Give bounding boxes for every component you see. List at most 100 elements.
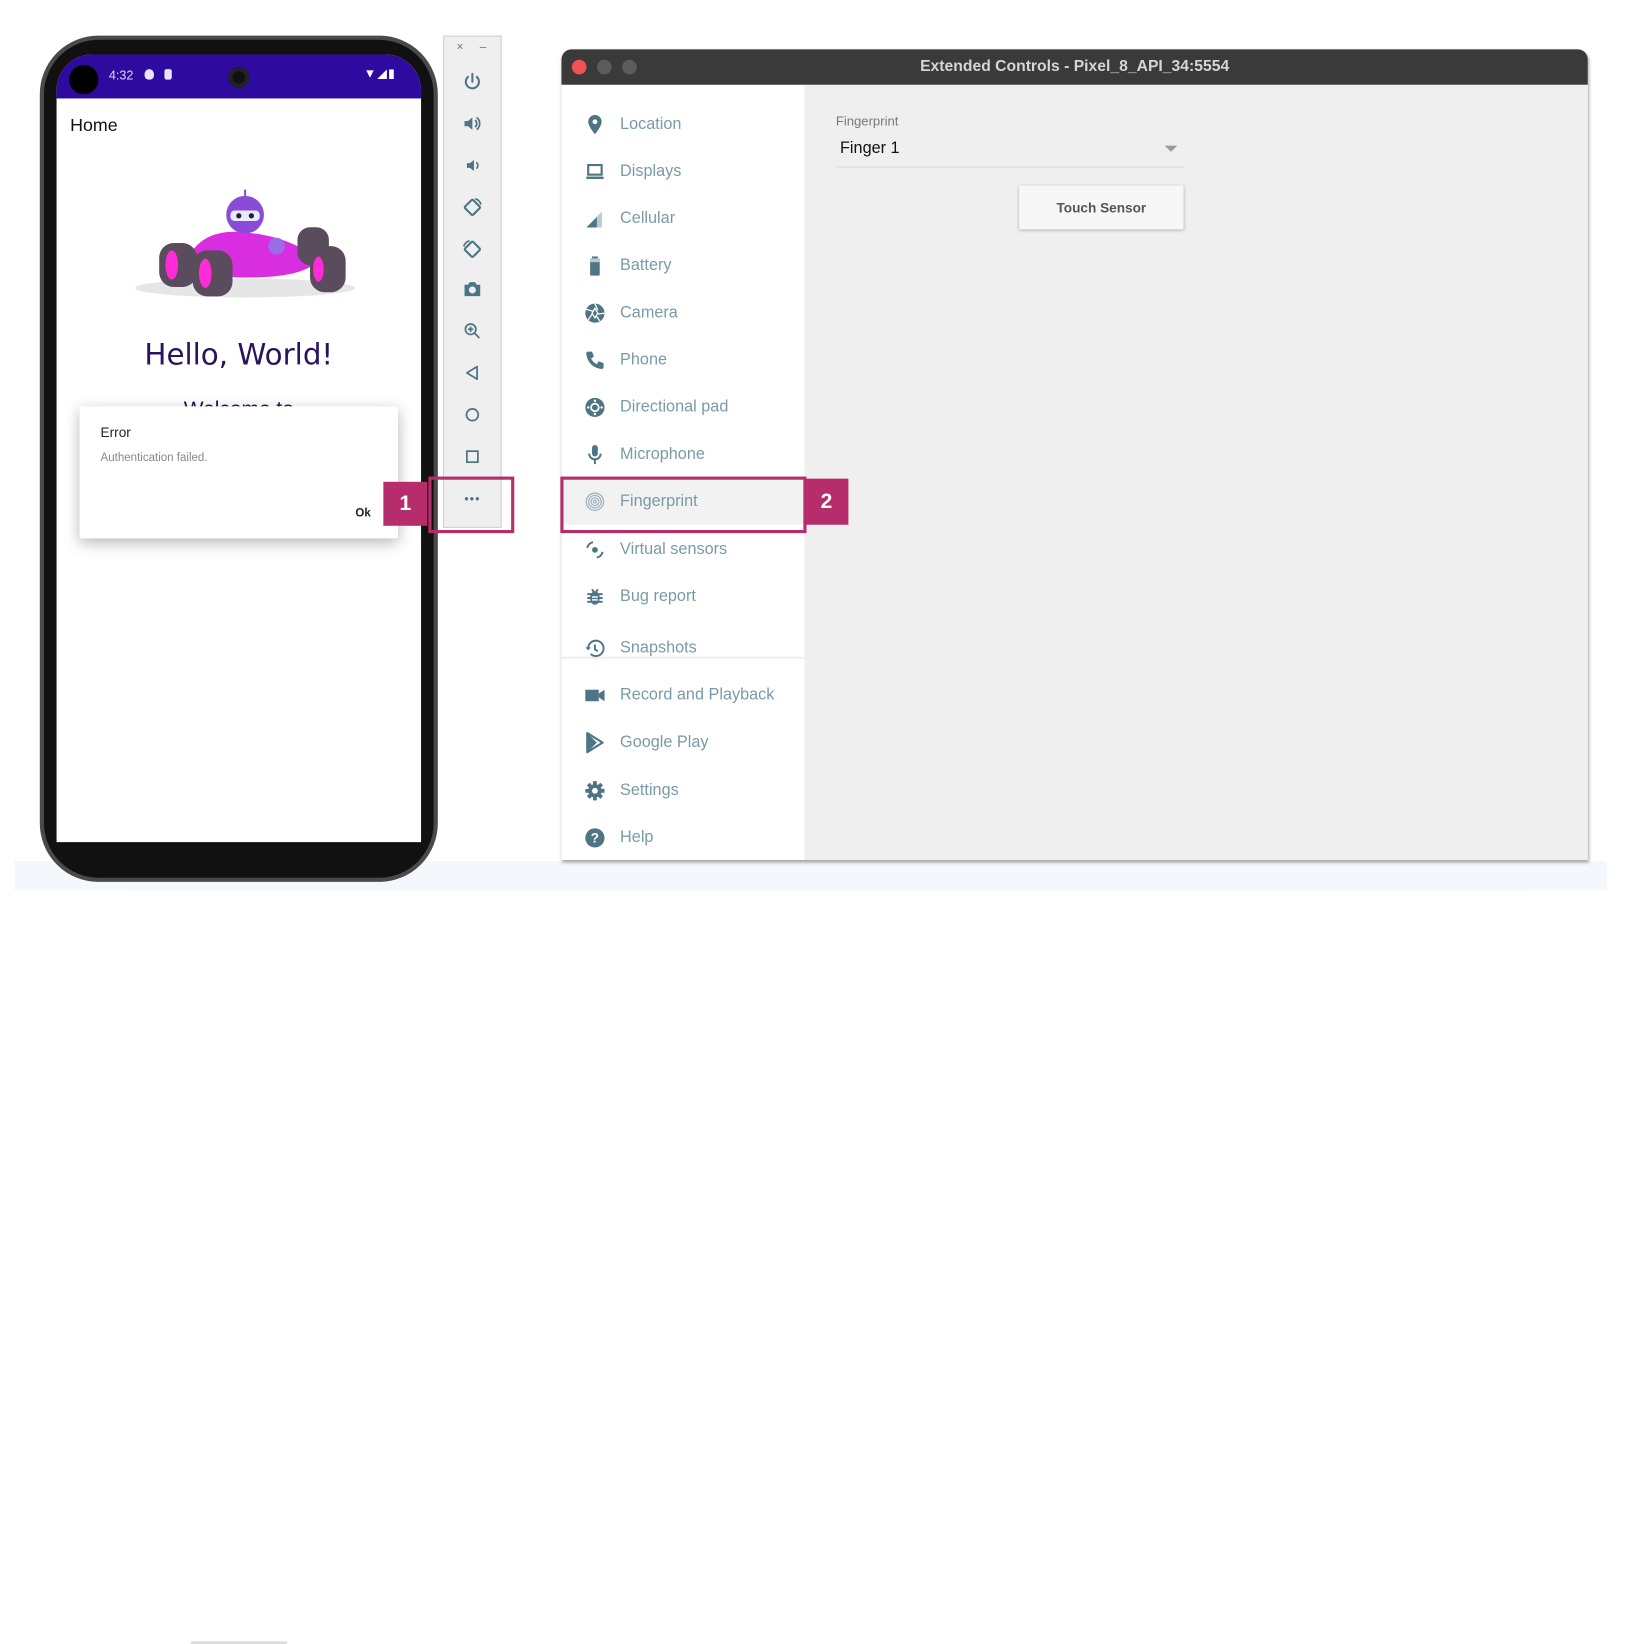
sidebar-item-help[interactable]: ? Help xyxy=(561,815,804,860)
sidebar-item-label: Help xyxy=(620,828,654,847)
sidebar-item-label: Settings xyxy=(620,781,679,800)
error-dialog: Error Authentication failed. Ok xyxy=(79,406,399,539)
sidebar-item-label: Cellular xyxy=(620,209,676,228)
sidebar-item-label: Displays xyxy=(620,162,682,181)
sidebar-item-label: Battery xyxy=(620,256,672,275)
sidebar-item-microphone[interactable]: Microphone xyxy=(561,432,804,478)
sidebar-item-label: Location xyxy=(620,115,682,134)
home-circle-icon xyxy=(465,408,480,422)
sidebar-item-google-play[interactable]: Google Play xyxy=(561,720,804,766)
status-time: 4:32 xyxy=(108,68,134,83)
phone-icon xyxy=(582,348,607,373)
callout-1-badge: 1 xyxy=(383,481,428,526)
sidebar-item-label: Camera xyxy=(620,303,678,322)
chevron-down-icon xyxy=(1164,145,1178,152)
callout-2-badge: 2 xyxy=(804,478,849,525)
touch-sensor-button[interactable]: Touch Sensor xyxy=(1019,185,1184,230)
sidebar-item-record-and-playback[interactable]: Record and Playback xyxy=(561,672,804,718)
overview-square-icon xyxy=(466,450,479,464)
sidebar: Location Displays Cellular Battery Camera Pho… xyxy=(561,84,805,860)
microphone-icon xyxy=(582,442,607,467)
gesture-area xyxy=(57,842,421,1644)
fingerprint-panel: Fingerprint Finger 1 Touch Sensor xyxy=(804,84,1588,860)
sidebar-item-bug-report[interactable]: Bug report xyxy=(561,574,804,620)
history-icon xyxy=(582,636,607,661)
toolbar-minimize-button[interactable]: – xyxy=(480,41,486,54)
power-icon xyxy=(464,72,480,90)
camera-icon xyxy=(464,282,481,297)
sidebar-item-label: Phone xyxy=(620,350,668,369)
laptop-icon xyxy=(582,159,607,184)
dialog-message: Authentication failed. xyxy=(100,451,208,464)
volume-down-icon xyxy=(466,159,479,171)
sim-icon xyxy=(164,69,172,80)
front-camera xyxy=(228,67,250,88)
sidebar-item-label: Bug report xyxy=(620,587,696,606)
gear-icon xyxy=(582,778,607,803)
callout-1-highlight xyxy=(428,476,515,534)
sidebar-item-battery[interactable]: Battery xyxy=(561,243,804,289)
svg-text:?: ? xyxy=(591,831,599,846)
rotate-right-button[interactable] xyxy=(452,234,492,265)
callout-2-highlight xyxy=(560,476,807,534)
wifi-icon: ▼ xyxy=(363,65,378,81)
volume-down-button[interactable] xyxy=(452,150,492,181)
sidebar-item-cellular[interactable]: Cellular xyxy=(561,196,804,242)
signal-icon xyxy=(582,206,607,231)
sidebar-item-snapshots[interactable]: Snapshots xyxy=(561,625,804,671)
sidebar-item-label: Virtual sensors xyxy=(620,540,728,559)
dialog-ok-button[interactable]: Ok xyxy=(355,507,370,520)
fingerprint-label: Fingerprint xyxy=(835,114,899,129)
fingerprint-selected-value: Finger 1 xyxy=(840,139,900,158)
volume-up-button[interactable] xyxy=(452,108,492,139)
signal-icon: ◢ xyxy=(377,65,388,81)
extended-controls-window: Extended Controls - Pixel_8_API_34:5554 … xyxy=(561,49,1588,860)
help-icon: ? xyxy=(582,825,607,850)
hello-heading: Hello, World! xyxy=(144,337,334,372)
phone-screen: 4:32 ▼◢▮ Home Hello, World! Welcome to E… xyxy=(56,54,422,843)
window-title: Extended Controls - Pixel_8_API_34:5554 xyxy=(920,57,1230,76)
toolbar-close-button[interactable]: × xyxy=(457,41,464,54)
virtual-sensors-icon xyxy=(582,537,607,562)
status-bar: 4:32 ▼◢▮ xyxy=(56,54,422,99)
sidebar-item-label: Microphone xyxy=(620,445,705,463)
shield-play-icon xyxy=(144,69,154,80)
sidebar-item-directional-pad[interactable]: Directional pad xyxy=(561,384,804,430)
emulator-toolbar: × – ••• xyxy=(443,35,502,528)
sidebar-item-settings[interactable]: Settings xyxy=(561,768,804,814)
screenshot-button[interactable] xyxy=(452,273,492,304)
sidebar-item-label: Google Play xyxy=(620,733,709,751)
sidebar-item-label: Record and Playback xyxy=(620,686,775,704)
sidebar-item-location[interactable]: Location xyxy=(561,102,804,148)
overview-button[interactable] xyxy=(452,441,492,472)
status-right-icons: ▼◢▮ xyxy=(364,66,396,81)
rotate-left-button[interactable] xyxy=(452,192,492,223)
battery-icon xyxy=(582,253,607,278)
power-button[interactable] xyxy=(452,66,492,97)
home-button[interactable] xyxy=(452,399,492,430)
camera-aperture-icon xyxy=(582,301,607,326)
fingerprint-select[interactable]: Finger 1 xyxy=(835,133,1184,168)
volume-up-icon xyxy=(464,116,481,131)
google-play-icon xyxy=(582,730,607,755)
sidebar-item-label: Directional pad xyxy=(620,398,729,416)
zoom-button[interactable] xyxy=(452,315,492,346)
camera-cutout xyxy=(69,64,99,95)
battery-icon: ▮ xyxy=(387,65,396,81)
rotate-left-icon xyxy=(463,197,482,216)
dpad-icon xyxy=(582,395,607,420)
app-title: Home xyxy=(70,115,118,136)
sidebar-item-virtual-sensors[interactable]: Virtual sensors xyxy=(561,527,804,573)
title-bar: Extended Controls - Pixel_8_API_34:5554 xyxy=(561,49,1588,85)
back-button[interactable] xyxy=(452,357,492,388)
race-car-image xyxy=(135,189,356,298)
rotate-right-icon xyxy=(462,239,481,258)
video-camera-icon xyxy=(582,683,607,708)
sidebar-item-camera[interactable]: Camera xyxy=(561,290,804,336)
sidebar-item-phone[interactable]: Phone xyxy=(561,337,804,383)
sidebar-item-displays[interactable]: Displays xyxy=(561,149,804,195)
sidebar-item-label: Snapshots xyxy=(620,638,697,657)
zoom-in-icon xyxy=(464,323,480,339)
location-pin-icon xyxy=(582,112,607,137)
back-triangle-icon xyxy=(466,365,478,381)
